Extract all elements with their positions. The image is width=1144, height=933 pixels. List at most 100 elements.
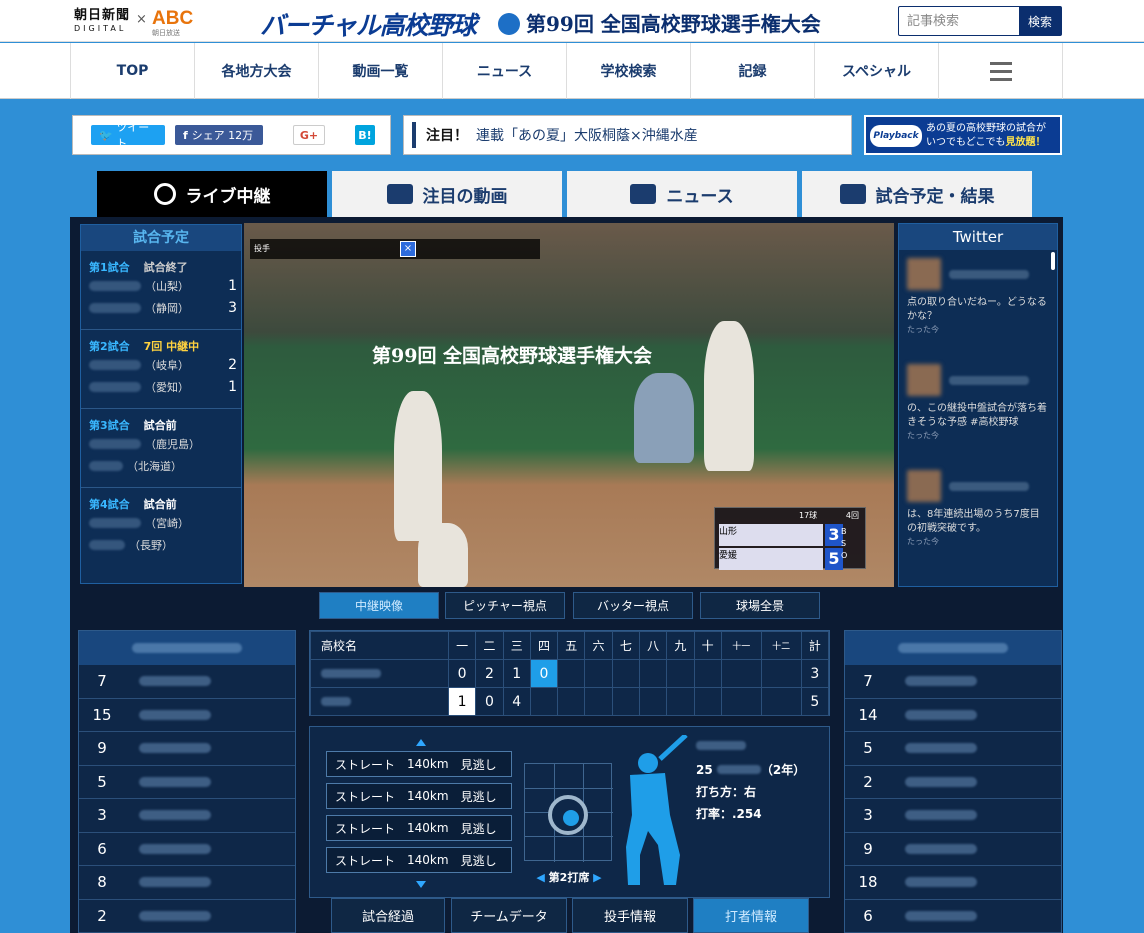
nav-special[interactable]: スペシャル xyxy=(815,43,939,99)
tournament-title[interactable]: 第99回 全国高校野球選手権大会 xyxy=(498,8,821,37)
pitch-log-item[interactable]: ストレート 140km 見逃し xyxy=(326,847,512,873)
lineup-row[interactable]: 9 xyxy=(845,833,1061,866)
game-label: 第1試合 xyxy=(89,261,130,274)
game-status: 試合前 xyxy=(143,498,177,511)
lineup-row[interactable]: 6 xyxy=(79,833,295,866)
next-arrow-icon[interactable]: ▶ xyxy=(593,871,601,884)
lineup-team-name xyxy=(79,631,295,665)
pitcher-figure xyxy=(394,391,442,541)
lineup-row[interactable]: 15 xyxy=(79,699,295,732)
twitter-feed: Twitter 点の取り合いだねー。どうなるかな？ たった今 の、この継投中盤試… xyxy=(898,223,1058,587)
tweet-button[interactable]: 🐦 ツイート xyxy=(91,121,165,150)
twitter-scrollbar[interactable] xyxy=(1051,252,1055,270)
cam-batter[interactable]: バッター視点 xyxy=(573,592,693,619)
menu-button[interactable] xyxy=(939,43,1063,99)
lineup-row[interactable]: 3 xyxy=(845,799,1061,833)
nav-videos[interactable]: 動画一覧 xyxy=(319,43,443,99)
tab-schedule-results[interactable]: 試合予定・結果 xyxy=(802,171,1032,217)
tab-batter-info[interactable]: 打者情報 xyxy=(693,898,809,933)
pitch-log-item[interactable]: ストレート 140km 見逃し xyxy=(326,751,512,777)
at-bat-selector[interactable]: ◀ 第2打席 ▶ xyxy=(524,869,614,885)
lineup-row[interactable]: 2 xyxy=(79,900,295,933)
nav-regional[interactable]: 各地方大会 xyxy=(195,43,319,99)
pitch-panel: ストレート 140km 見逃し ストレート 140km 見逃し ストレート 140km 見逃… xyxy=(309,726,830,898)
notice-accent xyxy=(412,122,416,148)
tab-pitcher-info[interactable]: 投手情報 xyxy=(572,898,688,933)
prev-arrow-icon[interactable]: ◀ xyxy=(536,871,544,884)
video-x-mark: × xyxy=(400,241,416,257)
lineup-row[interactable]: 9 xyxy=(79,732,295,766)
inning-header: 六 xyxy=(584,631,613,660)
twitter-title: Twitter xyxy=(899,224,1057,250)
lineup-row[interactable]: 7 xyxy=(79,665,295,699)
lineup-row[interactable]: 5 xyxy=(79,766,295,799)
tweet[interactable]: の、この継投中盤試合が落ち着きそうな予感 #高校野球 たった今 xyxy=(899,356,1057,462)
playback-banner[interactable]: Playback あの夏の高校野球の試合が いつでもどこでも見放題！ xyxy=(864,115,1062,155)
virtual-koshien-logo[interactable]: バーチャル高校野球 xyxy=(260,6,477,42)
game-4[interactable]: 第4試合 試合前 （宮崎） （長野） xyxy=(81,488,241,567)
tab-live[interactable]: ライブ中継 xyxy=(97,171,327,217)
lineup-row[interactable]: 14 xyxy=(845,699,1061,732)
abc-logo[interactable]: ABC 朝日放送 xyxy=(152,8,193,38)
inning-header: 十二 xyxy=(760,631,802,660)
inning-header: 十一 xyxy=(720,631,762,660)
lineup-row[interactable]: 7 xyxy=(845,665,1061,699)
game-2[interactable]: 第2試合 7回 中継中 （岐阜） 2 （愛知） 1 xyxy=(81,330,241,409)
lineup-row[interactable]: 2 xyxy=(845,766,1061,799)
team-name-blurred xyxy=(89,439,141,449)
nav-records[interactable]: 記録 xyxy=(691,43,815,99)
lineup-row[interactable]: 6 xyxy=(845,900,1061,933)
scroll-up-icon[interactable] xyxy=(416,739,426,746)
lineup-row[interactable]: 18 xyxy=(845,866,1061,900)
lineup-row[interactable]: 3 xyxy=(79,799,295,833)
tab-team-data[interactable]: チームデータ xyxy=(451,898,567,933)
nav-top[interactable]: TOP xyxy=(71,43,195,99)
game-1[interactable]: 第1試合 試合終了 （山梨） 1 （静岡） 3 xyxy=(81,251,241,330)
inning-score xyxy=(557,687,586,716)
notice-bar[interactable]: 注目！ 連載「あの夏」大阪桐蔭×沖縄水産 xyxy=(403,115,852,155)
school-name-blurred xyxy=(321,668,381,678)
playback-line1: あの夏の高校野球の試合が xyxy=(926,123,1046,134)
hatena-button[interactable]: B! xyxy=(355,125,375,145)
batter-silhouette-icon xyxy=(626,735,688,885)
outfield-banner: 第99回 全国高校野球選手権大会 xyxy=(372,345,653,367)
game-label: 第2試合 xyxy=(89,340,130,353)
cam-stadium[interactable]: 球場全景 xyxy=(700,592,820,619)
inning-score: 1 xyxy=(502,659,531,688)
team-name-blurred xyxy=(89,461,123,471)
scroll-down-icon[interactable] xyxy=(416,881,426,888)
search-input[interactable] xyxy=(899,7,1019,35)
game-3[interactable]: 第3試合 試合前 （鹿児島） （北海道） xyxy=(81,409,241,488)
pitch-log-item[interactable]: ストレート 140km 見逃し xyxy=(326,815,512,841)
tab-game-progress[interactable]: 試合経過 xyxy=(331,898,445,933)
tweet[interactable]: は、8年連続出場のうち7度目の初戦突破です。 たった今 xyxy=(899,462,1057,568)
tab-news[interactable]: ニュース xyxy=(567,171,797,217)
nav-school-search[interactable]: 学校検索 xyxy=(567,43,691,99)
lineup-row[interactable]: 8 xyxy=(79,866,295,900)
asahi-logo[interactable]: 朝日新聞 DIGITAL xyxy=(74,9,136,35)
nav-news[interactable]: ニュース xyxy=(443,43,567,99)
search-button[interactable]: 検索 xyxy=(1019,7,1061,35)
lineup-row[interactable]: 5 xyxy=(845,732,1061,766)
tab-featured-videos[interactable]: 注目の動画 xyxy=(332,171,562,217)
logo-separator: × xyxy=(136,12,147,27)
cam-broadcast[interactable]: 中継映像 xyxy=(319,592,439,619)
tweet-text: の、この継投中盤試合が落ち着きそうな予感 #高校野球 xyxy=(907,403,1047,428)
tweet[interactable]: 点の取り合いだねー。どうなるかな？ たった今 xyxy=(899,250,1057,356)
cam-pitcher[interactable]: ピッチャー視点 xyxy=(445,592,565,619)
gplus-button[interactable]: G+ xyxy=(293,125,325,145)
team-pref: （宮崎） xyxy=(145,517,189,530)
facebook-share-button[interactable]: f シェア 12万 xyxy=(175,125,263,145)
live-video[interactable]: 第99回 全国高校野球選手権大会 投手 × 17球 4回 山形 愛媛 3 5 B… xyxy=(244,223,894,587)
broadcast-icon xyxy=(153,183,176,205)
team-pref: （山梨） xyxy=(145,280,189,293)
schedule-title: 試合予定 xyxy=(81,225,241,251)
team-name-blurred xyxy=(89,382,141,392)
inning-score xyxy=(584,687,613,716)
notice-link[interactable]: 連載「あの夏」大阪桐蔭×沖縄水産 xyxy=(476,125,698,145)
batter-figure xyxy=(704,321,754,471)
pitch-log-item[interactable]: ストレート 140km 見逃し xyxy=(326,783,512,809)
scoreboard-row-away: 0 2 1 0 3 xyxy=(310,659,830,688)
game-schedule: 試合予定 第1試合 試合終了 （山梨） 1 （静岡） 3 第2試合 7回 中継中 （岐阜… xyxy=(80,224,242,584)
share-bar: 🐦 ツイート f シェア 12万 G+ B! xyxy=(72,115,391,155)
